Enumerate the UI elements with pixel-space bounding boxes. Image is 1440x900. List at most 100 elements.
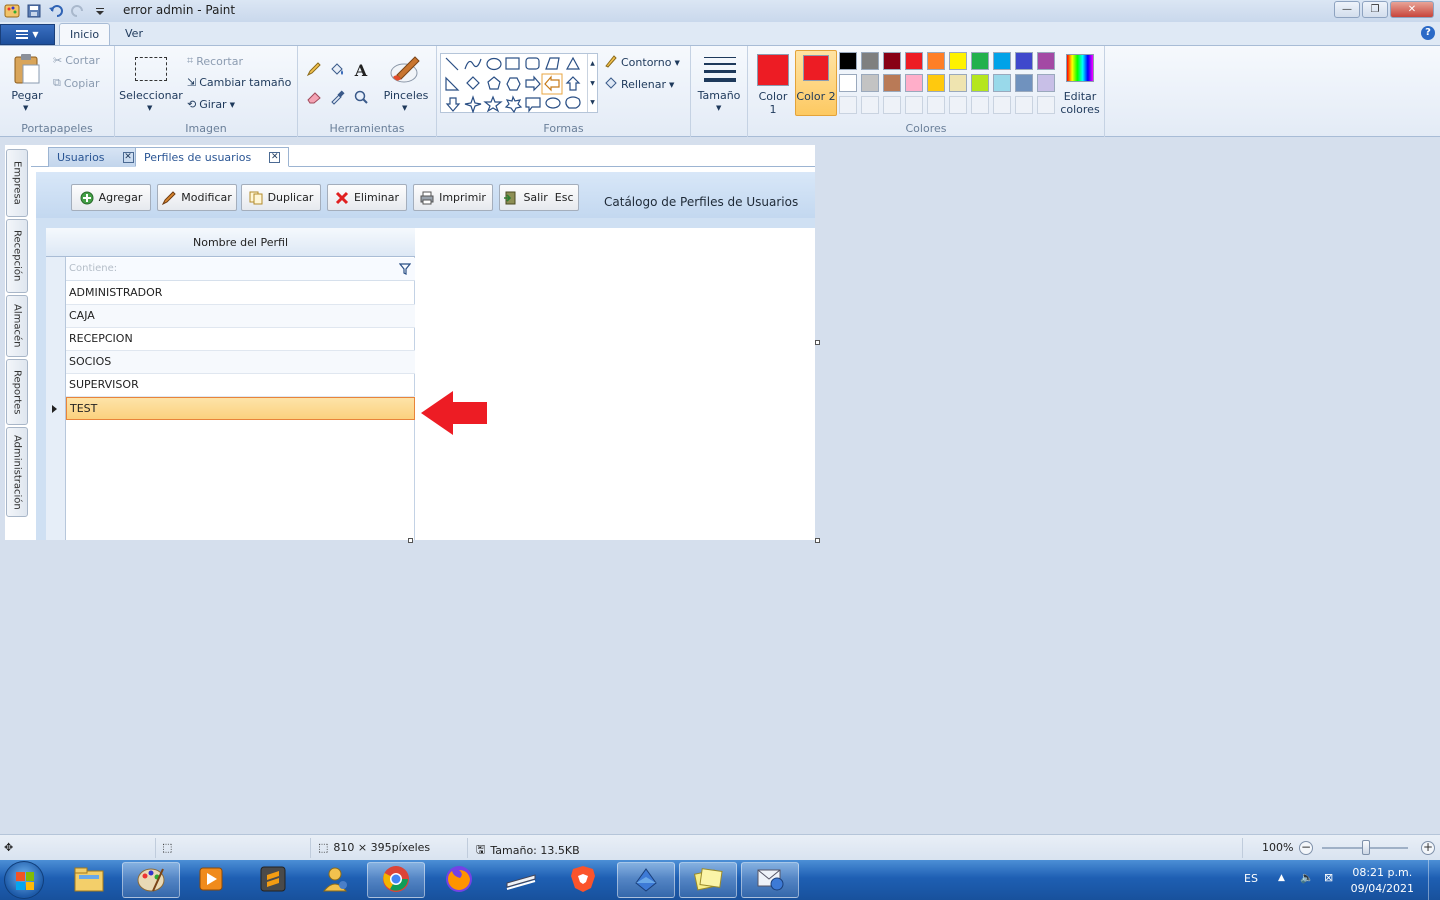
palette-color-swatch[interactable] (839, 52, 857, 70)
save-icon[interactable] (26, 3, 42, 19)
palette-custom-slot[interactable] (1037, 96, 1055, 114)
canvas-workspace[interactable]: Empresa Recepción Almacén Reportes Admin… (0, 137, 1440, 834)
shapes-scroll-up[interactable]: ▲ (587, 54, 597, 74)
palette-custom-slot[interactable] (839, 96, 857, 114)
shapes-scroll-down[interactable]: ▼ (587, 74, 597, 94)
tray-expand-icon[interactable]: ▲ (1278, 873, 1285, 883)
language-indicator[interactable]: ES (1244, 872, 1258, 885)
table-row[interactable]: SUPERVISOR (66, 374, 415, 397)
taskbar-brave[interactable] (554, 862, 612, 898)
table-row-selected[interactable]: TEST (66, 397, 415, 420)
show-desktop-button[interactable] (1428, 860, 1440, 900)
pinceles-button[interactable]: Pinceles ▼ (382, 51, 430, 113)
palette-custom-slot[interactable] (1015, 96, 1033, 114)
side-tab-almacen[interactable]: Almacén (6, 295, 28, 357)
customize-qat-icon[interactable] (92, 3, 108, 19)
palette-color-swatch[interactable] (927, 52, 945, 70)
palette-color-swatch[interactable] (971, 74, 989, 92)
clock[interactable]: 08:21 p.m. 09/04/2021 (1351, 865, 1414, 897)
cortar-button[interactable]: ✂ Cortar (53, 54, 100, 67)
magnifier-tool[interactable] (351, 88, 371, 108)
volume-icon[interactable]: 🔈 (1300, 871, 1314, 884)
palette-color-swatch[interactable] (949, 74, 967, 92)
file-menu-button[interactable]: ▼ (0, 24, 55, 45)
tab-inicio[interactable]: Inicio (59, 23, 111, 45)
taskbar-mail-app[interactable] (741, 862, 799, 898)
modificar-button[interactable]: Modificar (157, 184, 237, 211)
contorno-button[interactable]: Contorno ▼ (604, 54, 680, 71)
zoom-in-button[interactable]: + (1421, 841, 1435, 855)
palette-custom-slot[interactable] (971, 96, 989, 114)
palette-color-swatch[interactable] (1015, 74, 1033, 92)
palette-color-swatch[interactable] (993, 52, 1011, 70)
editar-colores-button[interactable]: Editar colores (1058, 50, 1102, 116)
girar-button[interactable]: ⟲ Girar ▼ (187, 98, 235, 111)
table-row[interactable]: RECEPCION (66, 328, 415, 351)
resize-handle-bottom[interactable] (408, 538, 413, 543)
maximize-button[interactable]: ❐ (1362, 1, 1388, 18)
cambiar-tamano-button[interactable]: ⇲ Cambiar tamaño (187, 76, 291, 89)
taskbar-explorer[interactable] (60, 862, 118, 898)
start-button[interactable] (4, 861, 44, 899)
color-picker-tool[interactable] (327, 88, 347, 108)
minimize-button[interactable]: — (1334, 1, 1360, 18)
copiar-button[interactable]: ⧉ Copiar (53, 76, 100, 90)
agregar-button[interactable]: Agregar (71, 184, 151, 211)
seleccionar-button[interactable]: Seleccionar ▼ (119, 51, 183, 113)
zoom-out-button[interactable]: − (1299, 841, 1313, 855)
taskbar-sublime[interactable] (244, 862, 302, 898)
palette-color-swatch[interactable] (993, 74, 1011, 92)
fill-tool[interactable] (327, 60, 347, 80)
undo-icon[interactable] (48, 3, 64, 19)
side-tab-administracion[interactable]: Administración (6, 427, 28, 517)
text-tool[interactable]: A (351, 60, 371, 80)
palette-color-swatch[interactable] (883, 52, 901, 70)
pencil-tool[interactable] (304, 60, 324, 80)
side-tab-recepcion[interactable]: Recepción (6, 219, 28, 293)
side-tab-reportes[interactable]: Reportes (6, 359, 28, 425)
tamano-button[interactable]: Tamaño ▼ (695, 51, 745, 113)
taskbar-chrome[interactable] (367, 862, 425, 898)
palette-color-swatch[interactable] (905, 52, 923, 70)
color1-button[interactable]: Color 1 (754, 50, 792, 116)
palette-custom-slot[interactable] (949, 96, 967, 114)
filter-row[interactable]: Contiene: (66, 258, 415, 281)
table-row[interactable]: CAJA (66, 305, 415, 328)
pegar-button[interactable]: Pegar ▼ (8, 51, 46, 112)
palette-color-swatch[interactable] (1015, 52, 1033, 70)
palette-color-swatch[interactable] (971, 52, 989, 70)
palette-color-swatch[interactable] (1037, 74, 1055, 92)
palette-custom-slot[interactable] (883, 96, 901, 114)
color2-button[interactable]: Color 2 (795, 50, 837, 116)
eraser-tool[interactable] (304, 88, 324, 108)
taskbar-paint[interactable] (122, 862, 180, 898)
palette-custom-slot[interactable] (993, 96, 1011, 114)
palette-color-swatch[interactable] (839, 74, 857, 92)
palette-custom-slot[interactable] (927, 96, 945, 114)
redo-icon[interactable] (70, 3, 86, 19)
palette-color-swatch[interactable] (883, 74, 901, 92)
side-tab-empresa[interactable]: Empresa (6, 149, 28, 217)
taskbar-app-blue[interactable] (617, 862, 675, 898)
rellenar-button[interactable]: Rellenar ▼ (604, 76, 674, 93)
close-tab-icon[interactable]: ✕ (122, 152, 134, 163)
palette-color-swatch[interactable] (927, 74, 945, 92)
palette-color-swatch[interactable] (861, 52, 879, 70)
resize-handle-right[interactable] (815, 340, 820, 345)
paint-canvas[interactable]: Empresa Recepción Almacén Reportes Admin… (5, 145, 815, 540)
doc-tab-perfiles[interactable]: Perfiles de usuarios ✕ (135, 147, 290, 167)
taskbar-media-player[interactable] (182, 862, 240, 898)
taskbar-user-app[interactable] (306, 862, 364, 898)
table-row[interactable]: SOCIOS (66, 351, 415, 374)
eliminar-button[interactable]: Eliminar (327, 184, 407, 211)
taskbar-scanner[interactable] (492, 862, 550, 898)
palette-custom-slot[interactable] (861, 96, 879, 114)
tab-ver[interactable]: Ver (115, 23, 153, 45)
doc-tab-usuarios[interactable]: Usuarios ✕ (48, 147, 143, 167)
taskbar-firefox[interactable] (430, 862, 488, 898)
close-button[interactable]: ✕ (1390, 1, 1434, 18)
table-row[interactable]: ADMINISTRADOR (66, 282, 415, 305)
resize-handle-corner[interactable] (815, 538, 820, 543)
imprimir-button[interactable]: Imprimir (413, 184, 493, 211)
palette-color-swatch[interactable] (1037, 52, 1055, 70)
